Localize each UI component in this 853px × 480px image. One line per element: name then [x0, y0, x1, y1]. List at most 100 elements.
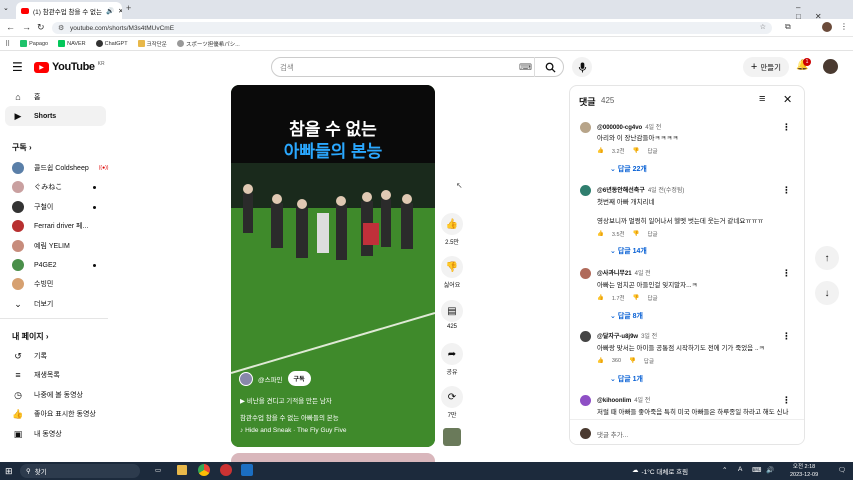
- sort-icon[interactable]: ≡: [759, 93, 765, 105]
- audio-icon[interactable]: 🔊: [106, 7, 114, 15]
- tray-chevron-icon[interactable]: ⌃: [722, 466, 727, 474]
- share-icon[interactable]: ➦: [441, 343, 463, 365]
- thumbs-up-icon[interactable]: 👍: [597, 231, 604, 237]
- notifications-icon[interactable]: 🗨: [838, 466, 846, 474]
- bookmark-papago[interactable]: Papago: [20, 40, 48, 47]
- view-replies-button[interactable]: ⌄ 답글 14개: [610, 246, 647, 256]
- comment-icon[interactable]: ▤: [441, 300, 463, 322]
- avatar[interactable]: [580, 395, 591, 406]
- more-options-icon[interactable]: ⋮: [782, 331, 791, 342]
- video-music-row[interactable]: ♪ Hide and Sneak · The Fly Guy Five: [240, 427, 346, 434]
- search-input[interactable]: 검색 ⌨: [271, 57, 564, 77]
- browser-menu-icon[interactable]: ⋮: [840, 22, 848, 31]
- remix-action[interactable]: ⟳ 7만: [440, 386, 464, 419]
- taskbar-search[interactable]: ⚲ 찾기: [20, 464, 140, 478]
- share-action[interactable]: ➦ 공유: [440, 343, 464, 376]
- tab-close-icon[interactable]: ✕: [118, 7, 122, 15]
- thumbs-up-icon[interactable]: 👍: [597, 148, 604, 154]
- reply-button[interactable]: 답글: [647, 147, 657, 155]
- sub-item[interactable]: ぐみねこ: [0, 177, 108, 197]
- sidebar-show-more[interactable]: ⌄ 더보기: [0, 294, 108, 314]
- tab-list-icon[interactable]: ⌄: [3, 4, 9, 12]
- thumbs-down-icon[interactable]: 👎: [633, 148, 640, 154]
- sidebar-item-home[interactable]: ⌂ 홈: [0, 87, 108, 107]
- add-comment-input[interactable]: 댓글 추가...: [597, 429, 628, 439]
- thumbs-up-icon[interactable]: 👍: [597, 358, 604, 364]
- view-replies-button[interactable]: ⌄ 답글 1개: [610, 374, 643, 384]
- reply-button[interactable]: 답글: [647, 294, 657, 302]
- more-options-icon[interactable]: ⋮: [782, 122, 791, 133]
- thumbs-down-icon[interactable]: 👎: [633, 231, 640, 237]
- task-view-icon[interactable]: ▭: [155, 466, 161, 474]
- more-options-icon[interactable]: ⋮: [782, 185, 791, 196]
- back-icon[interactable]: ←: [6, 22, 15, 32]
- bookmark-star-icon[interactable]: ☆: [760, 23, 766, 31]
- app-icon[interactable]: [220, 464, 232, 476]
- sidebar-item-history[interactable]: ↺ 기록: [0, 346, 108, 366]
- sidebar-item-liked[interactable]: 👍 좋아요 표시한 동영상: [0, 404, 108, 424]
- profile-avatar[interactable]: [822, 22, 832, 32]
- url-field[interactable]: ⚙ youtube.com/shorts/M3s4tMUvCmE ☆: [52, 22, 772, 34]
- sidebar-item-watch-later[interactable]: ◷ 나중에 볼 동영상: [0, 385, 108, 405]
- thumbs-down-icon[interactable]: 👎: [441, 256, 463, 278]
- weather-widget[interactable]: ☁ -1°C 대체로 흐림: [632, 466, 688, 476]
- new-tab-icon[interactable]: +: [126, 3, 131, 13]
- apps-icon[interactable]: ⠿: [5, 40, 10, 48]
- shorts-video-player[interactable]: 참을 수 없는 아빠들의 본능 @스파인 구독 ▶ 비난을 견디고 기적을 만든…: [231, 85, 435, 447]
- bookmark-naver[interactable]: NAVER: [58, 40, 86, 47]
- view-replies-button[interactable]: ⌄ 답글 22개: [610, 164, 647, 174]
- ime-language[interactable]: A: [738, 466, 742, 473]
- sidebar-item-playlists[interactable]: ≡ 재생목록: [0, 365, 108, 385]
- extensions-icon[interactable]: ⧉: [785, 22, 791, 32]
- create-button[interactable]: + 만들기: [743, 57, 789, 77]
- browser-tab[interactable]: (1) 참관수업 참을 수 없는 🔊 ✕: [16, 2, 122, 19]
- sidebar-item-shorts[interactable]: ▶ Shorts: [5, 106, 106, 126]
- thumbs-up-icon[interactable]: 👍: [597, 295, 604, 301]
- subscriptions-header[interactable]: 구독 ›: [12, 142, 32, 153]
- subscribe-button[interactable]: 구독: [287, 371, 311, 386]
- my-page-header[interactable]: 내 페이지 ›: [12, 331, 49, 342]
- remix-icon[interactable]: ⟳: [441, 386, 463, 408]
- avatar[interactable]: [580, 122, 591, 133]
- file-explorer-icon[interactable]: [177, 465, 187, 475]
- windows-start-icon[interactable]: ⊞: [5, 466, 13, 477]
- sub-item[interactable]: Ferrari driver 페...: [0, 216, 108, 236]
- clock[interactable]: 오전 2:18 2023-12-09: [790, 463, 818, 479]
- site-info-icon[interactable]: ⚙: [58, 24, 64, 32]
- network-icon[interactable]: ⌨: [752, 466, 761, 474]
- thumbs-down-icon[interactable]: 👎: [629, 358, 636, 364]
- channel-name[interactable]: @스파인: [258, 374, 283, 384]
- search-button[interactable]: [534, 57, 565, 77]
- like-action[interactable]: 👍 2.5만: [440, 213, 464, 246]
- sub-item[interactable]: 예림 YELIM: [0, 236, 108, 256]
- avatar[interactable]: [580, 268, 591, 279]
- sub-item[interactable]: P4GE2: [0, 255, 108, 275]
- comments-action[interactable]: ▤ 425: [440, 300, 464, 330]
- volume-icon[interactable]: 🔊: [766, 466, 774, 474]
- avatar[interactable]: [580, 331, 591, 342]
- reply-button[interactable]: 답글: [644, 357, 654, 365]
- more-options-icon[interactable]: ⋮: [782, 268, 791, 279]
- avatar[interactable]: [580, 185, 591, 196]
- sound-thumbnail[interactable]: [443, 428, 461, 446]
- chrome-icon[interactable]: [198, 464, 210, 476]
- sub-item[interactable]: 구철이: [0, 197, 108, 217]
- keyboard-icon[interactable]: ⌨: [519, 62, 532, 73]
- reload-icon[interactable]: ↻: [37, 22, 45, 33]
- voice-search-button[interactable]: [572, 57, 592, 77]
- hamburger-menu-icon[interactable]: ☰: [12, 60, 23, 74]
- video-description-line1[interactable]: ▶ 비난을 견디고 기적을 만든 남자: [240, 395, 332, 405]
- sub-item[interactable]: 수빙민: [0, 274, 108, 294]
- sidebar-item-my-videos[interactable]: ▣ 내 동영상: [0, 424, 108, 444]
- app-icon[interactable]: [241, 464, 253, 476]
- more-options-icon[interactable]: ⋮: [782, 395, 791, 406]
- bookmark-chatgpt[interactable]: ChatGPT: [95, 40, 128, 47]
- previous-short-button[interactable]: ↑: [815, 246, 839, 270]
- thumbs-down-icon[interactable]: 👎: [633, 295, 640, 301]
- thumbs-up-icon[interactable]: 👍: [441, 213, 463, 235]
- reply-button[interactable]: 답글: [647, 230, 657, 238]
- dislike-action[interactable]: 👎 싫어요: [440, 256, 464, 289]
- bookmark-folder[interactable]: 크작단운: [137, 40, 167, 48]
- sub-item[interactable]: 콜드쉽 Coldsheep ((●)): [0, 158, 108, 178]
- view-replies-button[interactable]: ⌄ 답글 8개: [610, 311, 643, 321]
